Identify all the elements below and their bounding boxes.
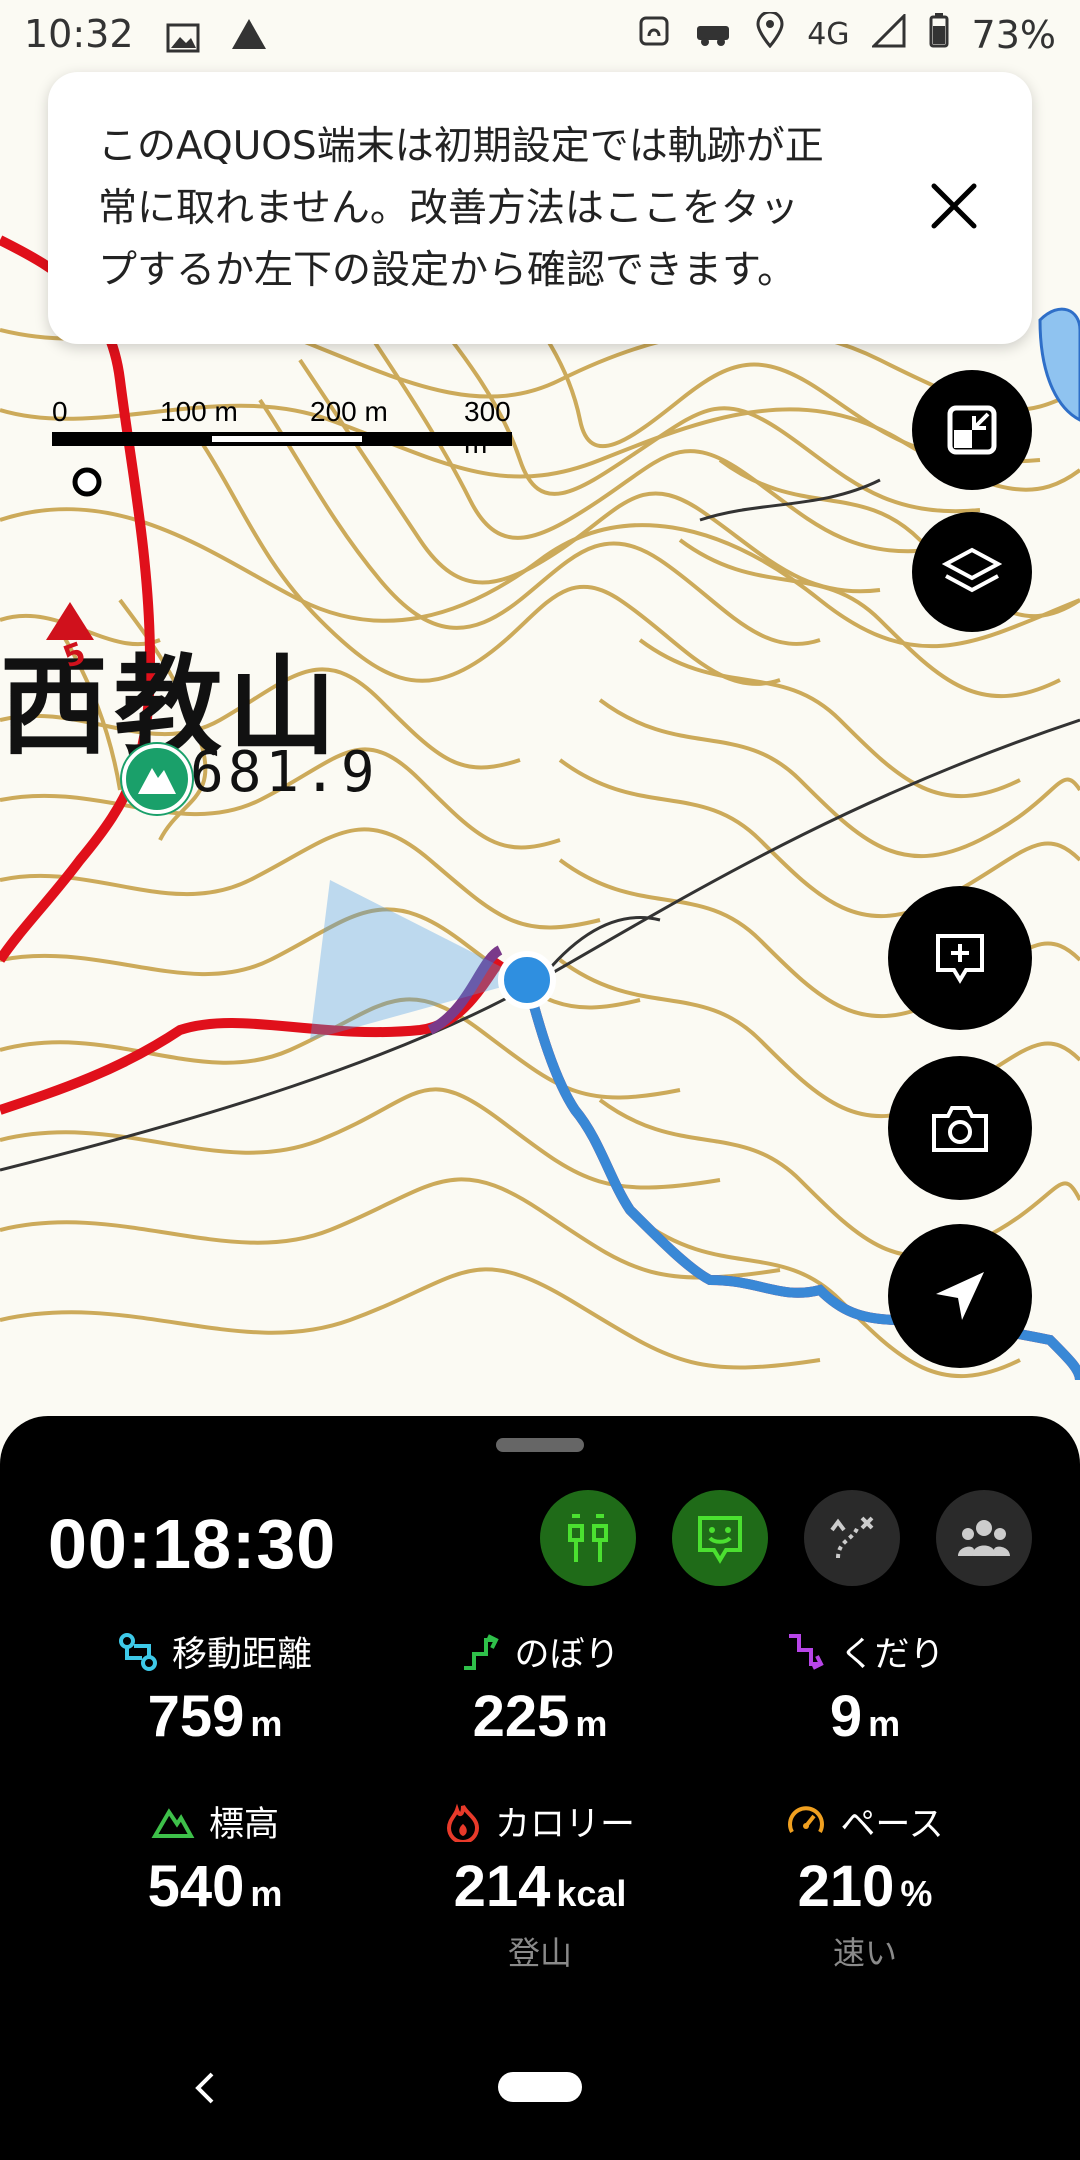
stat-distance: 移動距離 759 m	[50, 1626, 380, 1750]
elevation-icon	[151, 1807, 195, 1838]
checkpoint-icon	[568, 1514, 608, 1562]
fit-map-button[interactable]	[912, 370, 1032, 490]
add-memo-button[interactable]	[888, 886, 1032, 1030]
stat-elevation-label: 標高	[208, 1805, 279, 1845]
group-icon	[958, 1520, 1010, 1556]
elevation-label: 681.9	[190, 740, 379, 805]
camera-icon	[932, 1106, 988, 1152]
stat-calories-activity: 登山	[507, 1934, 572, 1972]
fit-map-icon	[947, 405, 997, 455]
close-icon	[931, 183, 977, 229]
device-warning-banner[interactable]: このAQUOS端末は初期設定では軌跡が正 常に取れません。改善方法はここをタッ …	[48, 72, 1032, 344]
stat-ascent-label: のぼり	[514, 1635, 620, 1675]
stat-distance-label: 移動距離	[171, 1635, 312, 1675]
elapsed-timer: 00:18:30	[48, 1505, 337, 1583]
descent-icon	[789, 1633, 825, 1670]
warning-notification-icon	[230, 16, 268, 60]
status-time: 10:32	[24, 12, 134, 56]
banner-line-1: このAQUOS端末は初期設定では軌跡が正	[98, 124, 824, 169]
chat-smile-icon	[698, 1516, 742, 1564]
stat-calories-label: カロリー	[494, 1805, 635, 1845]
stat-calories-unit: kcal	[556, 1873, 627, 1914]
stat-distance-value: 759	[147, 1684, 245, 1749]
messages-button[interactable]	[672, 1490, 768, 1586]
image-notification-icon	[166, 18, 200, 62]
network-type: 4G	[807, 17, 850, 52]
stat-ascent-value: 225	[472, 1684, 570, 1749]
stat-elevation-unit: m	[250, 1873, 283, 1914]
banner-line-3: プするか左下の設定から確認できます。	[98, 248, 797, 293]
distance-icon	[118, 1632, 157, 1671]
car-mode-icon	[693, 13, 733, 57]
route-off-icon	[830, 1516, 874, 1559]
activity-panel[interactable]: 00:18:30 移動距離 759 m のぼり 225 m くだり 9m 標高 54…	[0, 1416, 1080, 2160]
stat-pace-unit: %	[900, 1873, 933, 1914]
current-location-button[interactable]	[888, 1224, 1032, 1368]
scale-label-100: 100 m	[160, 396, 238, 427]
banner-line-2: 常に取れません。改善方法はここをタッ	[98, 186, 799, 231]
back-button[interactable]	[190, 2068, 218, 2112]
add-memo-icon	[936, 934, 984, 984]
stat-pace-value: 210	[797, 1854, 895, 1919]
group-button[interactable]	[936, 1490, 1032, 1586]
stat-descent-value: 9	[829, 1684, 863, 1749]
battery-percent: 73%	[971, 12, 1056, 57]
calorie-icon	[446, 1803, 479, 1842]
stat-ascent: のぼり 225 m	[375, 1626, 705, 1750]
stat-calories-value: 214	[453, 1854, 551, 1919]
stat-elevation-value: 540	[147, 1854, 245, 1919]
scale-label-200: 200 m	[310, 396, 388, 427]
stat-distance-unit: m	[250, 1703, 283, 1744]
back-chevron-icon	[195, 2072, 214, 2104]
panel-drag-handle[interactable]	[496, 1438, 584, 1452]
stat-pace-rating: 速い	[832, 1934, 897, 1972]
route-off-button[interactable]	[804, 1490, 900, 1586]
status-bar: 10:32 4G 73%	[0, 0, 1080, 72]
nfc-icon	[637, 13, 671, 57]
banner-text: このAQUOS端末は初期設定では軌跡が正 常に取れません。改善方法はここをタッ …	[98, 116, 918, 302]
battery-icon	[928, 12, 950, 57]
status-icons: 4G 73%	[637, 10, 1056, 57]
scale-label-300: 300 m	[464, 396, 511, 459]
stat-pace-label: ペース	[840, 1805, 944, 1845]
stat-ascent-unit: m	[575, 1703, 608, 1744]
location-icon	[755, 10, 785, 57]
stat-descent: くだり 9m	[700, 1626, 1030, 1750]
stat-descent-label: くだり	[839, 1635, 945, 1675]
checkpoint-button[interactable]	[540, 1490, 636, 1586]
pace-icon	[788, 1805, 825, 1833]
layers-icon	[942, 547, 1002, 593]
signal-icon	[869, 11, 906, 57]
stat-pace: ペース 210% 速い	[700, 1796, 1030, 1974]
banner-close-button[interactable]	[926, 178, 982, 234]
stat-calories: カロリー 214 kcal 登山	[375, 1796, 705, 1974]
camera-button[interactable]	[888, 1056, 1032, 1200]
ascent-icon	[464, 1633, 500, 1670]
scale-bar: 0 100 m 200 m 300 m	[52, 396, 512, 459]
scale-label-0: 0	[52, 396, 68, 427]
map-layers-button[interactable]	[912, 512, 1032, 632]
scale-bar-segment	[212, 436, 362, 442]
summit-icon[interactable]	[122, 744, 192, 814]
stat-elevation: 標高 540 m	[50, 1796, 380, 1920]
stat-descent-unit: m	[868, 1703, 901, 1744]
navigation-arrow-icon	[936, 1272, 984, 1320]
home-pill-button[interactable]	[498, 2072, 582, 2102]
